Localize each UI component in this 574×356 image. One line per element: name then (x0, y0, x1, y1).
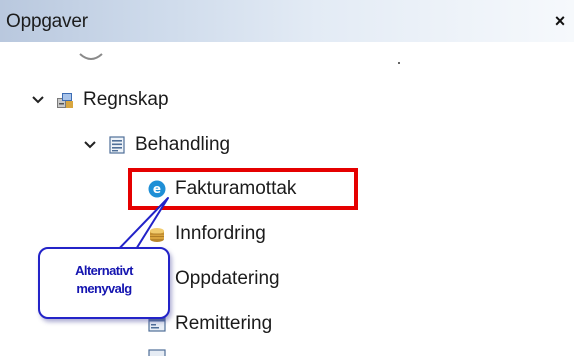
callout-line-1: Alternativt (75, 263, 133, 278)
callout-bubble: Alternativt menyvalg (38, 247, 170, 319)
callout-line-2: menyvalg (76, 281, 132, 296)
callout-text: Alternativt menyvalg (40, 262, 168, 298)
